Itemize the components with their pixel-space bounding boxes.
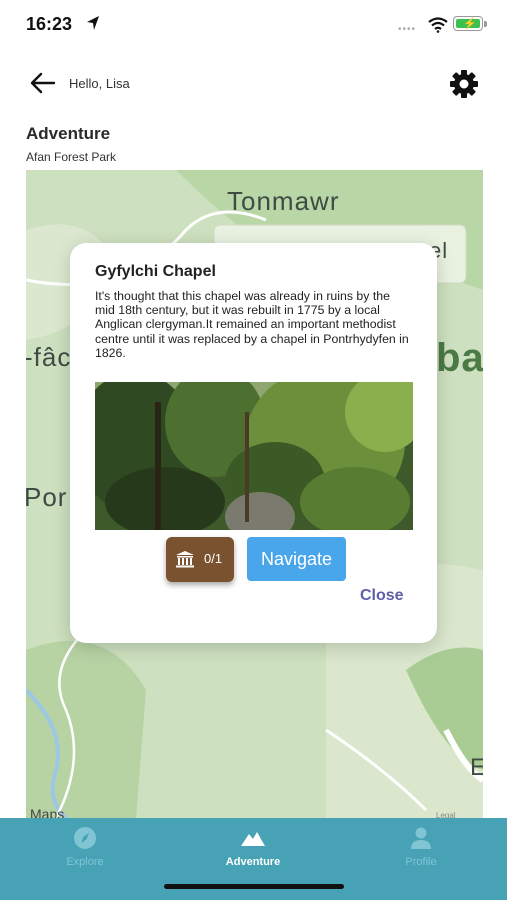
page-title: Adventure	[26, 124, 111, 143]
popup-description: It's thought that this chapel was alread…	[95, 289, 409, 360]
location-popup: Gyfylchi Chapel It's thought that this c…	[70, 243, 437, 643]
battery-tip	[484, 21, 487, 27]
back-arrow-icon[interactable]	[28, 68, 58, 98]
tab-explore-label: Explore	[66, 856, 104, 868]
person-icon	[411, 827, 431, 849]
close-button[interactable]: Close	[360, 587, 404, 605]
status-bar: 16:23 •••• ⚡	[0, 0, 507, 50]
mountain-icon	[241, 832, 265, 846]
tab-profile-label: Profile	[405, 856, 437, 868]
status-time: 16:23	[26, 14, 73, 34]
gear-icon[interactable]	[448, 68, 480, 100]
map-label-pon-fragment: Por	[26, 482, 68, 512]
home-indicator	[164, 884, 344, 889]
map-label-left-fragment: -fâc	[26, 342, 72, 372]
map-label-ba-fragment: ba	[436, 336, 483, 380]
map-label-tonmawr: Tonmawr	[227, 186, 340, 216]
compass-icon	[74, 827, 96, 849]
tab-explore[interactable]: Explore	[25, 826, 145, 868]
wifi-icon	[428, 17, 448, 33]
tab-profile[interactable]: Profile	[361, 826, 481, 868]
chapel-photo	[95, 382, 413, 530]
navigate-button[interactable]: Navigate	[247, 537, 346, 581]
visit-count-badge[interactable]: 0/1	[166, 537, 234, 582]
map-label-e-fragment: E	[470, 754, 483, 781]
greeting-text: Hello, Lisa	[69, 76, 130, 91]
tab-adventure-label: Adventure	[225, 856, 281, 868]
location-arrow-icon	[87, 16, 99, 30]
visit-count: 0/1	[204, 551, 223, 566]
museum-icon	[176, 551, 194, 568]
popup-title: Gyfylchi Chapel	[95, 263, 216, 280]
page-subtitle: Afan Forest Park	[26, 150, 117, 164]
battery-icon: ⚡	[453, 16, 483, 31]
cellular-signal-icon: ••••	[398, 24, 417, 35]
tab-adventure[interactable]: Adventure	[193, 826, 313, 868]
